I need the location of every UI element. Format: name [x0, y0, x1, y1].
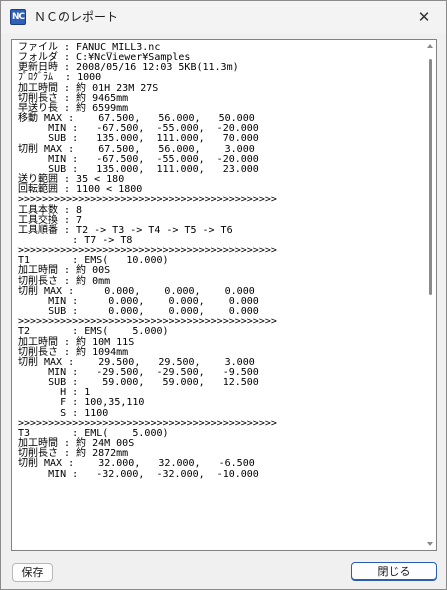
scroll-down-arrow-icon[interactable] [427, 542, 433, 546]
report-line: MIN : -32.000, -32.000, -10.000 [18, 468, 259, 480]
vertical-scrollbar[interactable] [425, 41, 435, 549]
close-icon[interactable]: ✕ [402, 1, 446, 33]
scroll-up-arrow-icon[interactable] [427, 44, 433, 48]
scrollbar-thumb[interactable] [429, 59, 432, 295]
app-icon: NC [10, 9, 26, 25]
title-bar: NC ＮＣのレポート ✕ [1, 1, 446, 33]
window-title: ＮＣのレポート [34, 10, 119, 24]
save-button[interactable]: 保存 [12, 563, 53, 582]
close-button[interactable]: 閉じる [351, 562, 437, 581]
report-text-area[interactable]: ファイル : FANUC_MILL3.nc フォルダ : C:¥NcViewer… [11, 39, 437, 551]
report-text: ファイル : FANUC_MILL3.nc フォルダ : C:¥NcViewer… [18, 42, 277, 480]
report-dialog: NC ＮＣのレポート ✕ ファイル : FANUC_MILL3.nc フォルダ … [0, 0, 447, 590]
app-icon-text: NC [12, 12, 25, 22]
